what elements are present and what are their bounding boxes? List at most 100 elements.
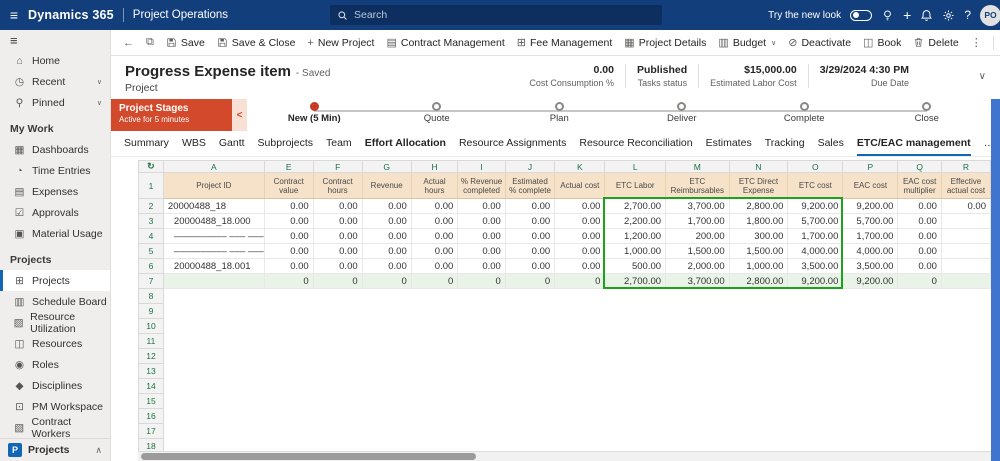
- grid-cell[interactable]: 0.00: [313, 198, 363, 214]
- column-header-etc-direct-expense[interactable]: ETC Direct Expense: [729, 172, 789, 199]
- grid-cell[interactable]: [941, 243, 991, 259]
- column-letter-h[interactable]: H: [410, 160, 459, 173]
- grid-cell[interactable]: 0.00: [554, 228, 606, 244]
- delete-button[interactable]: Delete: [907, 30, 964, 55]
- column-letter-r[interactable]: R: [940, 160, 991, 173]
- grid-cell[interactable]: 0.00: [554, 213, 606, 229]
- grid-cell[interactable]: 0.00: [264, 213, 314, 229]
- column-letter-a[interactable]: A: [162, 160, 265, 173]
- grid-cell[interactable]: 0.00: [897, 228, 942, 244]
- grid-cell[interactable]: 5,700.00: [842, 213, 899, 229]
- column-header-contract-hours[interactable]: Contract hours: [313, 172, 363, 199]
- grid-cell[interactable]: 0.00: [897, 198, 942, 214]
- sidebar-item-contract-workers[interactable]: ▧ Contract Workers: [0, 416, 110, 440]
- sidebar-item-material-usage[interactable]: ▣ Material Usage: [0, 223, 110, 244]
- sidebar-area-switcher[interactable]: P Projects ∧: [0, 438, 110, 461]
- grid-cell[interactable]: 2,700.00: [604, 273, 667, 289]
- grid-cell[interactable]: [941, 258, 991, 274]
- fee-management-button[interactable]: ⊞ Fee Management: [511, 30, 619, 55]
- row-number[interactable]: 1: [138, 172, 164, 199]
- row-number[interactable]: 9: [138, 303, 164, 319]
- column-header-revenue-completed[interactable]: % Revenue completed: [457, 172, 506, 199]
- column-header-contract-value[interactable]: Contract value: [264, 172, 314, 199]
- grid-cell[interactable]: 0.00: [264, 258, 314, 274]
- grid-cell[interactable]: 200.00: [665, 228, 730, 244]
- back-button[interactable]: ←: [117, 30, 140, 55]
- grid-cell[interactable]: 2,200.00: [604, 213, 667, 229]
- sidebar-item-recent[interactable]: ◷ Recent ∨: [0, 71, 110, 92]
- lightbulb-icon[interactable]: [881, 9, 894, 22]
- grid-cell[interactable]: 0.00: [897, 213, 942, 229]
- grid-cell[interactable]: 0: [264, 273, 314, 289]
- grid-cell[interactable]: 9,200.00: [842, 198, 899, 214]
- sidebar-item-projects[interactable]: ⊞ Projects: [0, 270, 110, 291]
- row-number[interactable]: 8: [138, 288, 164, 304]
- sidebar-item-resources[interactable]: ◫ Resources: [0, 333, 110, 354]
- grid-cell[interactable]: 0.00: [264, 228, 314, 244]
- grid-cell[interactable]: 4,000.00: [842, 243, 899, 259]
- grid-cell[interactable]: 0.00: [411, 198, 459, 214]
- grid-cell[interactable]: 3,700.00: [665, 273, 730, 289]
- sidebar-item-home[interactable]: ⌂ Home: [0, 50, 110, 71]
- header-collapse-chevron-icon[interactable]: ∨: [979, 71, 986, 82]
- grid-cell[interactable]: 1,000.00: [604, 243, 667, 259]
- sidebar-item-roles[interactable]: ◉ Roles: [0, 354, 110, 375]
- grid-cell[interactable]: 1,500.00: [665, 243, 730, 259]
- sidebar-item-resource-utilization[interactable]: ▨ Resource Utilization: [0, 311, 110, 335]
- grid-cell[interactable]: 0: [457, 273, 506, 289]
- grid-cell[interactable]: 0.00: [457, 198, 506, 214]
- sidebar-collapse-icon[interactable]: ≡: [0, 30, 110, 50]
- grid-cell[interactable]: 0.00: [411, 258, 459, 274]
- grid-cell[interactable]: 0: [897, 273, 942, 289]
- global-search[interactable]: [330, 5, 662, 25]
- grid-cell[interactable]: 1,700.00: [787, 228, 844, 244]
- grid-cell[interactable]: 2,700.00: [604, 198, 667, 214]
- grid-cell[interactable]: 0.00: [505, 258, 556, 274]
- sidebar-item-dashboards[interactable]: ▦ Dashboards: [0, 139, 110, 160]
- grid-empty-area[interactable]: [163, 303, 991, 319]
- tab-estimates[interactable]: Estimates: [706, 131, 752, 156]
- grid-cell[interactable]: 0.00: [554, 258, 606, 274]
- grid-cell[interactable]: 9,200.00: [787, 198, 844, 214]
- tab-gantt[interactable]: Gantt: [219, 131, 245, 156]
- bpf-collapse-chevron-icon[interactable]: <: [232, 99, 247, 131]
- column-header-revenue[interactable]: Revenue: [362, 172, 412, 199]
- grid-cell[interactable]: 0.00: [457, 243, 506, 259]
- grid-cell[interactable]: 2,800.00: [729, 273, 789, 289]
- column-header-etc-reimbursables[interactable]: ETC Reimbursables: [665, 172, 730, 199]
- grid-cell[interactable]: 0.00: [411, 243, 459, 259]
- row-number[interactable]: 3: [138, 213, 164, 229]
- column-header-eac-cost-multiplier[interactable]: EAC cost multiplier: [897, 172, 942, 199]
- column-letter-o[interactable]: O: [787, 160, 844, 173]
- grid-cell[interactable]: 4,000.00: [787, 243, 844, 259]
- grid-cell[interactable]: 0.00: [362, 213, 412, 229]
- grid-cell[interactable]: 9,200.00: [787, 273, 844, 289]
- grid-cell[interactable]: 0: [313, 273, 363, 289]
- grid-cell[interactable]: 20000488_18.001: [163, 258, 265, 274]
- horizontal-scrollbar[interactable]: [138, 451, 991, 461]
- book-button[interactable]: ◫ Book: [857, 30, 907, 55]
- grid-cell[interactable]: 0.00: [554, 198, 606, 214]
- row-number[interactable]: 7: [138, 273, 164, 289]
- grid-cell[interactable]: 0.00: [941, 198, 991, 214]
- sidebar-item-pinned[interactable]: ⚲ Pinned ∨: [0, 92, 110, 113]
- new-look-toggle[interactable]: [850, 9, 873, 21]
- grid-cell[interactable]: [163, 273, 265, 289]
- grid-empty-area[interactable]: [163, 423, 991, 439]
- row-number[interactable]: 15: [138, 393, 164, 409]
- column-letter-m[interactable]: M: [665, 160, 730, 173]
- grid-cell[interactable]: 0.00: [897, 258, 942, 274]
- search-input[interactable]: [354, 9, 655, 21]
- row-number[interactable]: 17: [138, 423, 164, 439]
- grid-cell[interactable]: 0: [411, 273, 459, 289]
- gear-icon[interactable]: [942, 9, 955, 22]
- grid-cell[interactable]: 0.00: [264, 243, 314, 259]
- grid-cell[interactable]: 3,700.00: [665, 198, 730, 214]
- grid-cell[interactable]: [941, 228, 991, 244]
- waffle-menu-icon[interactable]: ≡: [0, 7, 28, 23]
- grid-empty-area[interactable]: [163, 288, 991, 304]
- grid-cell[interactable]: 0.00: [264, 198, 314, 214]
- grid-cell[interactable]: 1,700.00: [665, 213, 730, 229]
- column-header-actual-cost[interactable]: Actual cost: [554, 172, 606, 199]
- tab-subprojects[interactable]: Subprojects: [258, 131, 313, 156]
